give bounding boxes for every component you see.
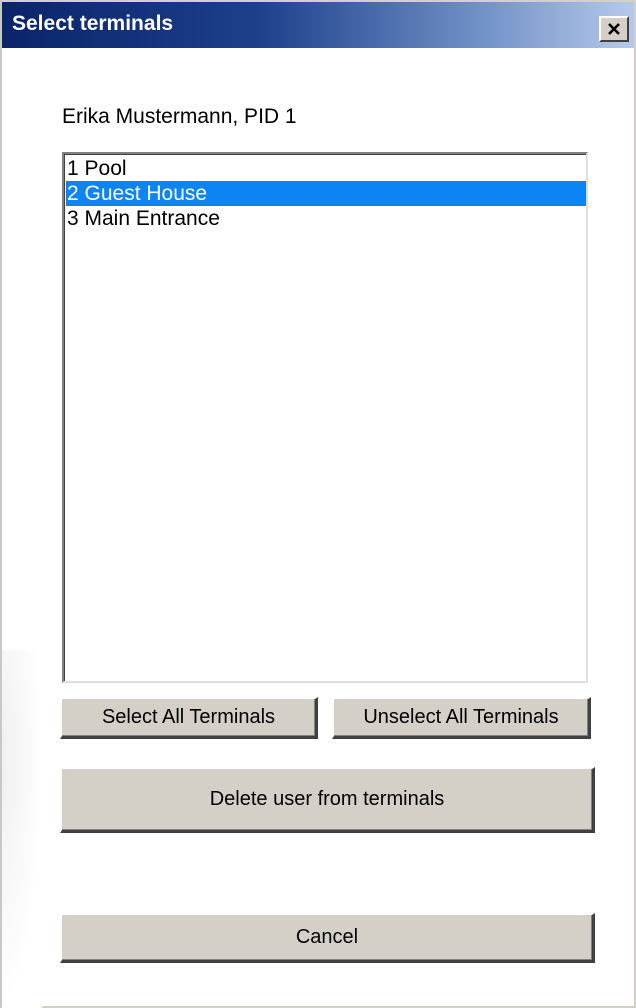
select-all-terminals-button[interactable]: Select All Terminals	[60, 697, 318, 739]
background-decoration	[2, 650, 42, 1008]
list-item-terminal-2[interactable]: 2 Guest House	[66, 181, 586, 206]
cancel-button[interactable]: Cancel	[60, 913, 595, 963]
list-item-terminal-1[interactable]: 1 Pool	[66, 156, 586, 181]
list-item-terminal-3[interactable]: 3 Main Entrance	[66, 206, 586, 231]
window-title: Select terminals	[12, 12, 174, 35]
close-button[interactable]	[599, 16, 629, 42]
delete-user-from-terminals-button[interactable]: Delete user from terminals	[60, 767, 595, 833]
select-terminals-dialog: Select terminals Erika Mustermann, PID 1…	[0, 0, 636, 1008]
close-icon	[608, 23, 620, 35]
terminal-listbox[interactable]: 1 Pool 2 Guest House 3 Main Entrance	[62, 152, 588, 683]
title-bar[interactable]: Select terminals	[2, 0, 634, 48]
person-label: Erika Mustermann, PID 1	[62, 105, 297, 128]
unselect-all-terminals-button[interactable]: Unselect All Terminals	[332, 697, 591, 739]
